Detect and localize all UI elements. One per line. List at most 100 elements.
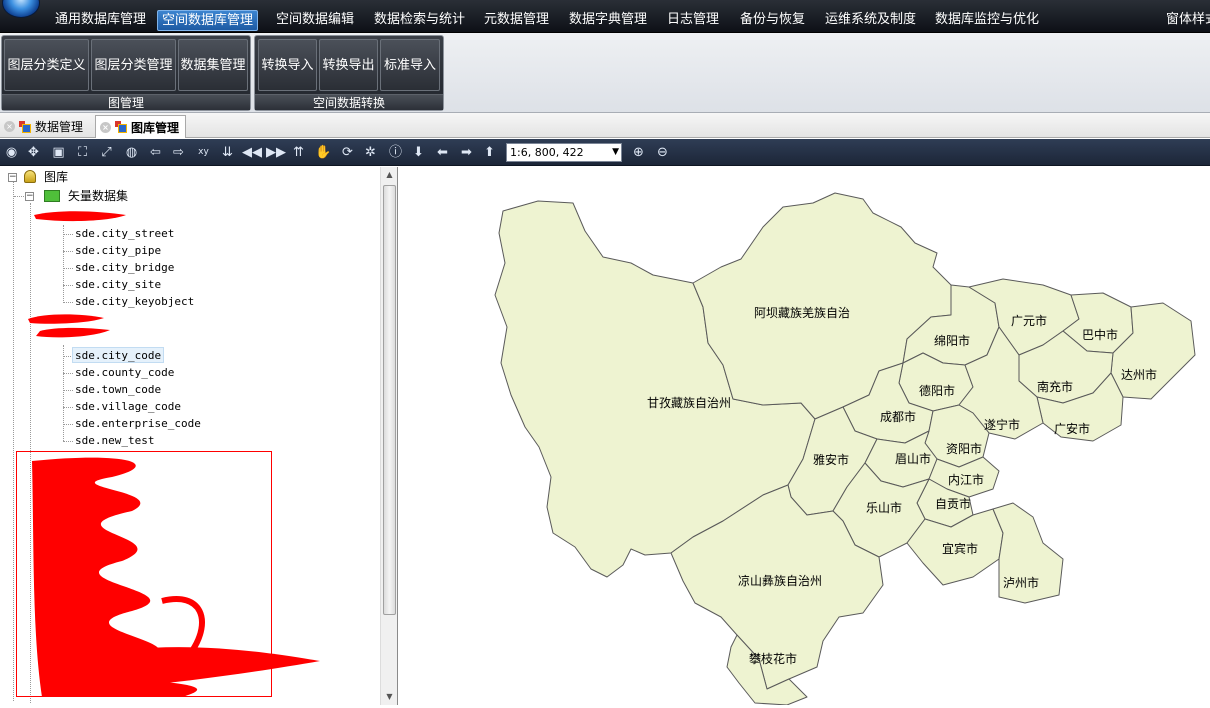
region-label: 内江市 <box>948 472 984 487</box>
region-label: 广安市 <box>1054 421 1090 436</box>
menu-log[interactable]: 日志管理 <box>663 9 723 31</box>
first-icon[interactable]: ◀◀ <box>242 144 262 161</box>
chevron-down-icon[interactable]: ▼ <box>612 144 619 161</box>
arrow-left-icon[interactable]: ⬅ <box>434 144 451 161</box>
scroll-down-icon[interactable]: ▼ <box>381 689 397 705</box>
tree-root[interactable]: 图库 <box>44 169 68 185</box>
region-label: 巴中市 <box>1082 327 1118 342</box>
menu-spatial-db[interactable]: 空间数据库管理 <box>157 10 259 31</box>
zoom-out-icon[interactable]: ⊖ <box>654 144 671 161</box>
menu-monitor[interactable]: 数据库监控与优化 <box>931 9 1043 31</box>
tree-leaf[interactable]: sde.new_test <box>75 433 154 449</box>
tree-scrollbar[interactable]: ▲ ▼ <box>380 167 397 705</box>
menu-spatial-edit[interactable]: 空间数据编辑 <box>272 9 358 31</box>
arrow-up-icon[interactable]: ⬆ <box>481 144 498 161</box>
document-tab-strip: × 数据管理 × 图库管理 <box>0 113 1210 138</box>
tab-label: 数据管理 <box>35 120 84 134</box>
layer-tree-panel: − 图库 − 矢量数据集 sde.city_street sde.city_pi… <box>0 167 398 705</box>
arrow-right-icon[interactable]: ➡ <box>458 144 475 161</box>
folder-icon <box>44 190 60 202</box>
layer-category-manage-button[interactable]: 图层分类管理 <box>91 39 176 91</box>
xy-coordinate-icon[interactable]: xy <box>195 144 212 161</box>
arrow-down-icon[interactable]: ⬇ <box>410 144 427 161</box>
dataset-manage-button[interactable]: 数据集管理 <box>178 39 248 91</box>
hand-pan-icon[interactable]: ✋ <box>315 144 332 161</box>
province-map[interactable]: 甘孜藏族自治州 阿坝藏族羌族自治 绵阳市 广元市 巴中市 达州市 南充市 德阳市… <box>403 167 1210 706</box>
region-label: 遂宁市 <box>984 417 1020 432</box>
tree-leaf[interactable]: sde.village_code <box>75 399 181 415</box>
move-down-icon[interactable]: ⇊ <box>219 144 236 161</box>
tree-leaf[interactable]: sde.city_keyobject <box>75 294 194 310</box>
ribbon-group-convert: 转换导入 转换导出 标准导入 空间数据转换 <box>254 35 444 111</box>
tree-leaf-selected[interactable]: sde.city_code <box>72 347 165 363</box>
menu-general-db[interactable]: 通用数据库管理 <box>51 9 150 31</box>
database-icon <box>24 170 36 183</box>
layers-icon <box>115 121 127 133</box>
collapse-toggle[interactable]: − <box>8 173 17 182</box>
tree-leaf[interactable]: sde.city_pipe <box>75 243 161 259</box>
tree-leaf[interactable]: sde.city_site <box>75 277 161 293</box>
refresh-icon[interactable]: ⟳ <box>339 144 356 161</box>
tree-leaf[interactable]: sde.county_code <box>75 365 174 381</box>
layers-icon <box>19 120 31 133</box>
region-label: 达州市 <box>1121 367 1157 382</box>
menu-dictionary[interactable]: 数据字典管理 <box>565 9 651 31</box>
region-label: 攀枝花市 <box>749 651 797 666</box>
settings-icon[interactable]: ✲ <box>362 144 379 161</box>
back-icon[interactable]: ⇦ <box>147 144 164 161</box>
zoom-box-icon[interactable]: ⛶ <box>74 144 91 161</box>
tab-data-manage[interactable]: × 数据管理 <box>0 115 89 138</box>
map-view[interactable]: 甘孜藏族自治州 阿坝藏族羌族自治 绵阳市 广元市 巴中市 达州市 南充市 德阳市… <box>403 167 1210 706</box>
main-menu-bar: 通用数据库管理 空间数据库管理 空间数据编辑 数据检索与统计 元数据管理 数据字… <box>0 0 1210 33</box>
convert-export-button[interactable]: 转换导出 <box>319 39 378 91</box>
region-label: 眉山市 <box>895 451 931 466</box>
forward-icon[interactable]: ⇨ <box>170 144 187 161</box>
region-label: 资阳市 <box>946 441 982 456</box>
scroll-thumb[interactable] <box>383 185 396 615</box>
menu-metadata[interactable]: 元数据管理 <box>480 9 553 31</box>
standard-import-button[interactable]: 标准导入 <box>380 39 440 91</box>
redaction-mark <box>34 211 126 222</box>
zoom-extent-icon[interactable]: ⤢ <box>98 144 115 161</box>
scroll-up-icon[interactable]: ▲ <box>381 167 397 183</box>
region-label: 凉山彝族自治州 <box>738 573 822 588</box>
close-icon[interactable]: × <box>4 121 15 132</box>
move-up-icon[interactable]: ⇈ <box>290 144 307 161</box>
map-layers-icon[interactable]: ▣ <box>50 144 67 161</box>
scale-select[interactable]: 1:6, 800, 422 ▼ <box>506 143 622 162</box>
tree-leaf[interactable]: sde.enterprise_code <box>75 416 201 432</box>
region-label: 自贡市 <box>935 496 971 511</box>
region-label: 宜宾市 <box>942 541 978 556</box>
close-icon[interactable]: × <box>100 121 111 133</box>
tree-dataset[interactable]: 矢量数据集 <box>68 188 128 204</box>
pan-center-icon[interactable]: ✥ <box>25 144 42 161</box>
ribbon: 图层分类定义 图层分类管理 数据集管理 图管理 转换导入 转换导出 标准导入 空… <box>0 33 1210 113</box>
region-label: 成都市 <box>880 409 916 424</box>
zoom-in-icon[interactable]: ⊕ <box>630 144 647 161</box>
identify-icon[interactable]: ⓘ <box>387 144 404 161</box>
tree-leaf[interactable]: sde.city_street <box>75 226 174 242</box>
last-icon[interactable]: ▶▶ <box>266 144 286 161</box>
layer-category-define-button[interactable]: 图层分类定义 <box>4 39 89 91</box>
menu-backup[interactable]: 备份与恢复 <box>736 9 809 31</box>
map-toolbar: ◉ ✥ ▣ ⛶ ⤢ ◍ ⇦ ⇨ xy ⇊ ◀◀ ▶▶ ⇈ ✋ ⟳ ✲ ⓘ ⬇ ⬅… <box>0 139 1210 166</box>
ribbon-group-map: 图层分类定义 图层分类管理 数据集管理 图管理 <box>1 35 251 111</box>
globe-icon[interactable]: ◍ <box>123 144 140 161</box>
menu-ops[interactable]: 运维系统及制度 <box>821 9 920 31</box>
tree-leaf[interactable]: sde.town_code <box>75 382 161 398</box>
tab-label: 图库管理 <box>131 120 180 135</box>
tab-map-library[interactable]: × 图库管理 <box>95 115 187 138</box>
convert-import-button[interactable]: 转换导入 <box>258 39 317 91</box>
collapse-toggle[interactable]: − <box>25 192 34 201</box>
app-orb-icon[interactable] <box>2 0 40 18</box>
menu-search-stats[interactable]: 数据检索与统计 <box>370 9 469 31</box>
tree-leaf[interactable]: sde.city_bridge <box>75 260 174 276</box>
redaction-scribble <box>32 457 320 697</box>
full-extent-icon[interactable]: ◉ <box>3 144 20 161</box>
redaction-mark <box>28 314 110 338</box>
region-label: 雅安市 <box>813 452 849 467</box>
region-label: 阿坝藏族羌族自治 <box>754 306 850 320</box>
menu-window-style[interactable]: 窗体样式 <box>1162 9 1210 31</box>
ribbon-group-title: 图管理 <box>2 94 250 110</box>
region-label: 泸州市 <box>1003 575 1039 590</box>
